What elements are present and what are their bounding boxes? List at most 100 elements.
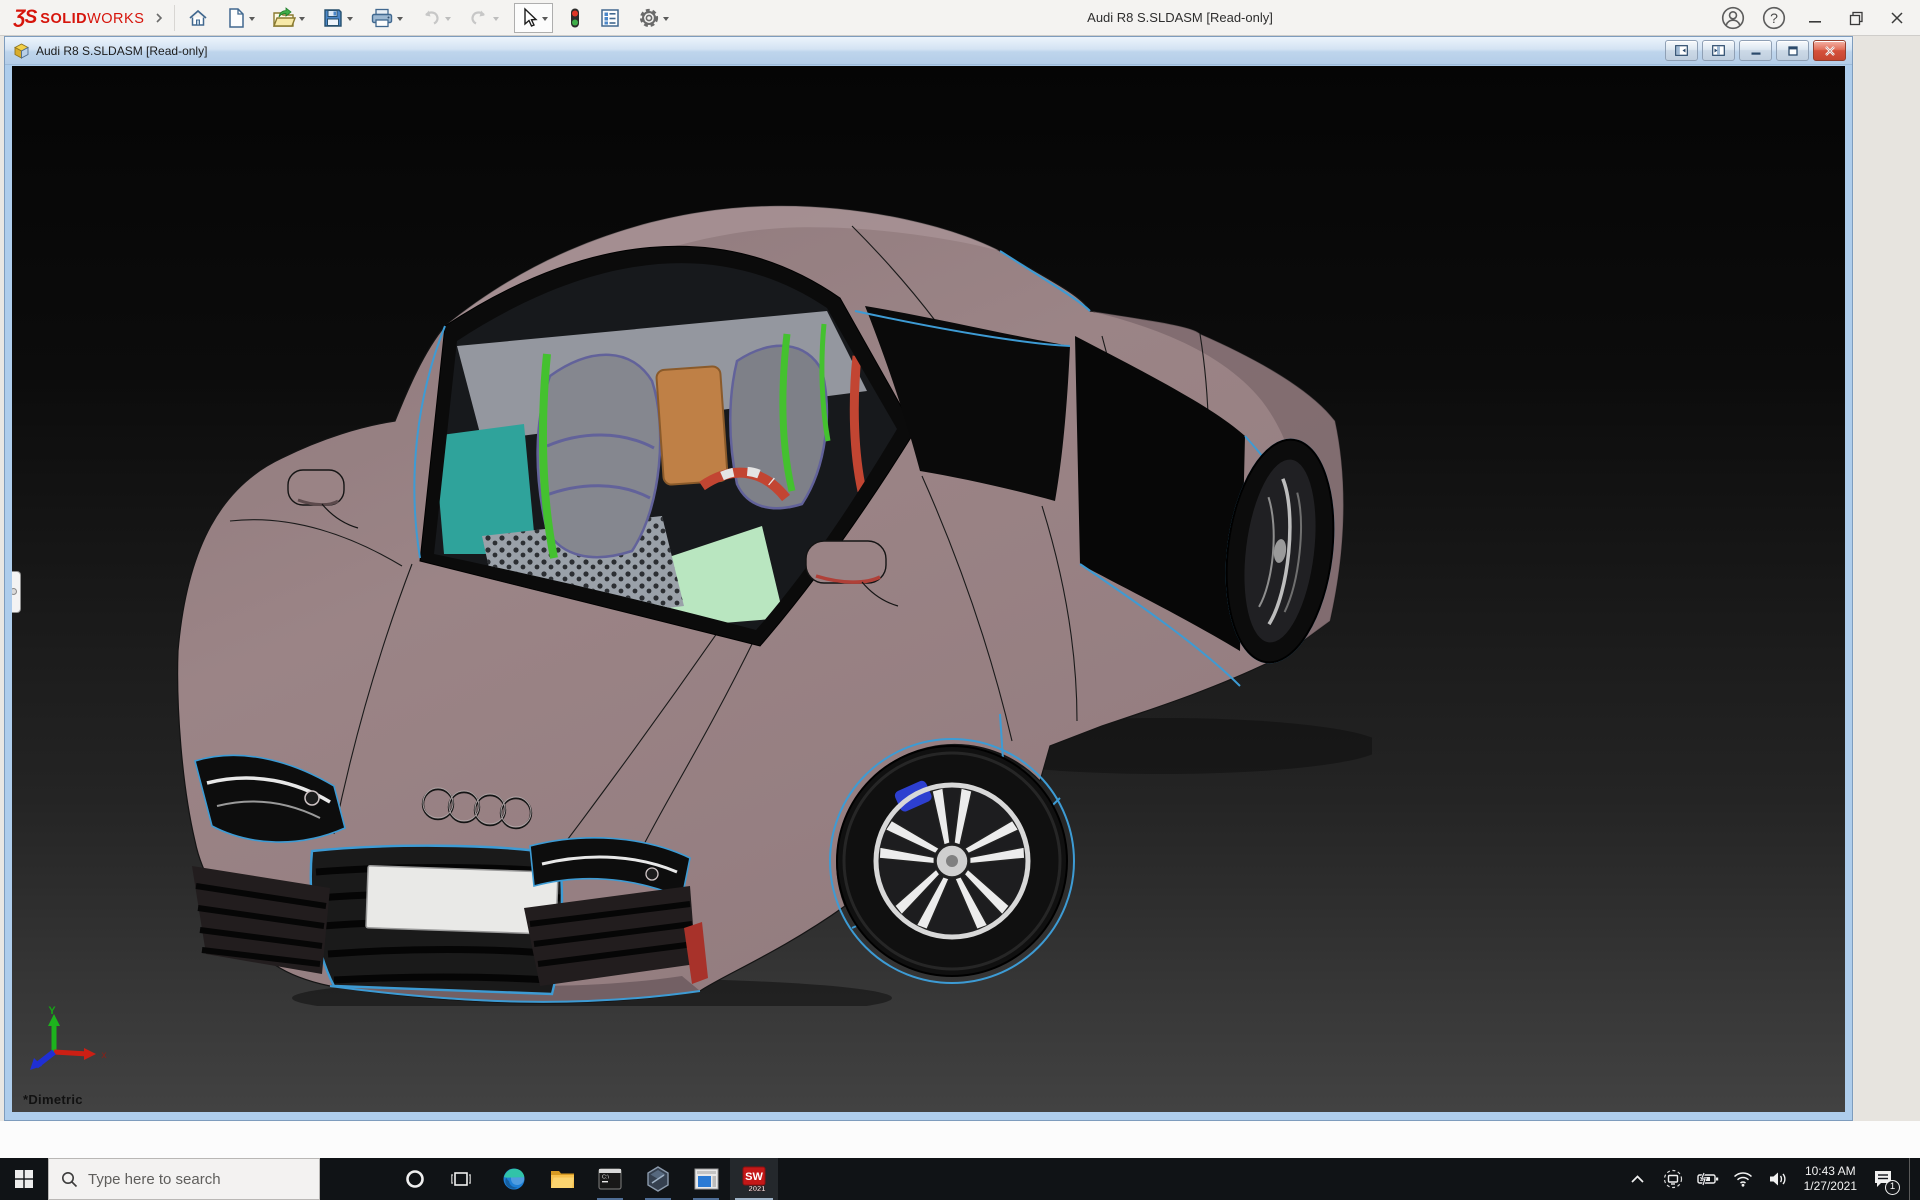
audi-r8-model[interactable] xyxy=(162,186,1372,1006)
print-button[interactable] xyxy=(368,3,405,33)
display-connect-button[interactable] xyxy=(1660,1158,1686,1200)
start-button[interactable] xyxy=(0,1158,48,1200)
toolbar-separator xyxy=(174,5,175,31)
document-titlebar[interactable]: Audi R8 S.SLDASM [Read-only] xyxy=(5,37,1852,65)
feature-tab-dot-icon xyxy=(12,588,17,595)
action-center-button[interactable]: 1 xyxy=(1870,1158,1896,1200)
print-icon xyxy=(370,7,394,29)
graphics-viewport[interactable]: Y x *Dimetric xyxy=(12,66,1845,1112)
help-icon[interactable]: ? xyxy=(1761,5,1787,31)
wifi-button[interactable] xyxy=(1730,1158,1756,1200)
account-icon[interactable] xyxy=(1720,5,1746,31)
undo-dropdown[interactable] xyxy=(445,17,451,21)
solidworks-logo-glyph: ƷS xyxy=(14,7,36,29)
settings-dropdown[interactable] xyxy=(663,17,669,21)
app-minimize-button[interactable] xyxy=(1802,5,1828,31)
save-button[interactable] xyxy=(320,3,355,33)
home-icon xyxy=(187,7,209,29)
menu-expand-arrow-icon[interactable] xyxy=(152,11,166,25)
triad-y-label: Y xyxy=(48,1005,56,1017)
assembly-document-icon xyxy=(13,43,30,59)
pane-right-icon xyxy=(1712,45,1725,56)
select-dropdown[interactable] xyxy=(542,17,548,21)
display-connect-icon xyxy=(1663,1169,1683,1189)
windows-taskbar: C:\ SW xyxy=(0,1158,1920,1200)
app-restore-button[interactable] xyxy=(1843,5,1869,31)
feature-manager-collapsed-tab[interactable] xyxy=(12,571,21,613)
open-dropdown[interactable] xyxy=(299,17,305,21)
hidden-icons-button[interactable] xyxy=(1625,1158,1651,1200)
clock-date: 1/27/2021 xyxy=(1804,1179,1857,1194)
redo-button[interactable] xyxy=(466,3,501,33)
settings-button[interactable] xyxy=(636,3,671,33)
task-view-button[interactable] xyxy=(438,1158,484,1200)
app-close-button[interactable] xyxy=(1884,5,1910,31)
new-document-dropdown[interactable] xyxy=(249,17,255,21)
performance-button[interactable] xyxy=(566,3,584,33)
wifi-icon xyxy=(1733,1171,1753,1187)
doc-minimize-icon xyxy=(1750,46,1762,56)
close-icon xyxy=(1890,11,1904,25)
quick-toolbar xyxy=(185,0,671,36)
cortana-icon xyxy=(405,1169,425,1189)
home-button[interactable] xyxy=(185,3,211,33)
taskbar-app-file-explorer[interactable] xyxy=(538,1158,586,1200)
svg-text:C:\: C:\ xyxy=(602,1175,610,1181)
doc-minimize-button[interactable] xyxy=(1739,40,1772,61)
solidworks-2021-icon: SW 2021 xyxy=(741,1166,767,1192)
redo-dropdown[interactable] xyxy=(493,17,499,21)
taskbar-search[interactable] xyxy=(48,1158,320,1200)
taskbar-app-edge[interactable] xyxy=(490,1158,538,1200)
system-tray: 10:43 AM 1/27/2021 1 xyxy=(1625,1158,1914,1200)
pane-left-toggle-button[interactable] xyxy=(1665,40,1698,61)
taskbar-app-window[interactable] xyxy=(682,1158,730,1200)
app-titlebar: ƷS SOLID WORKS xyxy=(0,0,1920,36)
svg-text:?: ? xyxy=(1770,10,1778,26)
speaker-icon xyxy=(1768,1171,1788,1187)
search-input[interactable] xyxy=(88,1171,298,1188)
document-window: Audi R8 S.SLDASM [Read-only] xyxy=(4,36,1853,1121)
taskbar-clock[interactable]: 10:43 AM 1/27/2021 xyxy=(1800,1164,1861,1194)
select-tool-button[interactable] xyxy=(514,3,553,33)
orientation-triad[interactable]: Y x xyxy=(30,1004,110,1074)
save-icon xyxy=(322,7,344,29)
new-document-button[interactable] xyxy=(224,3,257,33)
battery-charging-icon xyxy=(1697,1172,1719,1186)
appbar-right-controls: ? xyxy=(1720,0,1910,36)
volume-button[interactable] xyxy=(1765,1158,1791,1200)
solidworks-logo[interactable]: ƷS SOLID WORKS xyxy=(0,7,144,29)
view-orientation-label: *Dimetric xyxy=(23,1092,83,1107)
clock-time: 10:43 AM xyxy=(1804,1164,1857,1179)
edge-icon xyxy=(502,1167,526,1191)
doc-restore-button[interactable] xyxy=(1776,40,1809,61)
doc-close-icon xyxy=(1824,46,1836,56)
document-title: Audi R8 S.SLDASM [Read-only] xyxy=(36,44,207,58)
show-desktop-button[interactable] xyxy=(1909,1158,1914,1200)
car-front-grille[interactable] xyxy=(311,846,562,994)
file-explorer-icon xyxy=(550,1168,575,1190)
taskbar-app-hexagon[interactable] xyxy=(634,1158,682,1200)
open-button[interactable] xyxy=(270,3,307,33)
doc-restore-icon xyxy=(1787,46,1799,56)
car-wheel-front[interactable] xyxy=(837,746,1067,976)
chevron-up-icon xyxy=(1630,1174,1645,1184)
command-prompt-icon: C:\ xyxy=(598,1168,622,1190)
select-cursor-icon xyxy=(519,7,539,29)
save-dropdown[interactable] xyxy=(347,17,353,21)
cortana-button[interactable] xyxy=(392,1158,438,1200)
doc-close-button[interactable] xyxy=(1813,40,1846,61)
taskbar-app-command-prompt[interactable]: C:\ xyxy=(586,1158,634,1200)
print-dropdown[interactable] xyxy=(397,17,403,21)
window-app-icon xyxy=(694,1168,719,1190)
screen: ƷS SOLID WORKS xyxy=(0,0,1920,1200)
app-background-gutter xyxy=(1854,36,1920,1121)
battery-button[interactable] xyxy=(1695,1158,1721,1200)
task-view-icon xyxy=(451,1170,471,1188)
gear-icon xyxy=(638,7,660,29)
notification-badge: 1 xyxy=(1885,1180,1900,1195)
app-window-title: Audi R8 S.SLDASM [Read-only] xyxy=(1087,10,1273,25)
undo-button[interactable] xyxy=(418,3,453,33)
task-pane-button[interactable] xyxy=(597,3,623,33)
pane-right-toggle-button[interactable] xyxy=(1702,40,1735,61)
taskbar-app-solidworks[interactable]: SW 2021 xyxy=(730,1158,778,1200)
